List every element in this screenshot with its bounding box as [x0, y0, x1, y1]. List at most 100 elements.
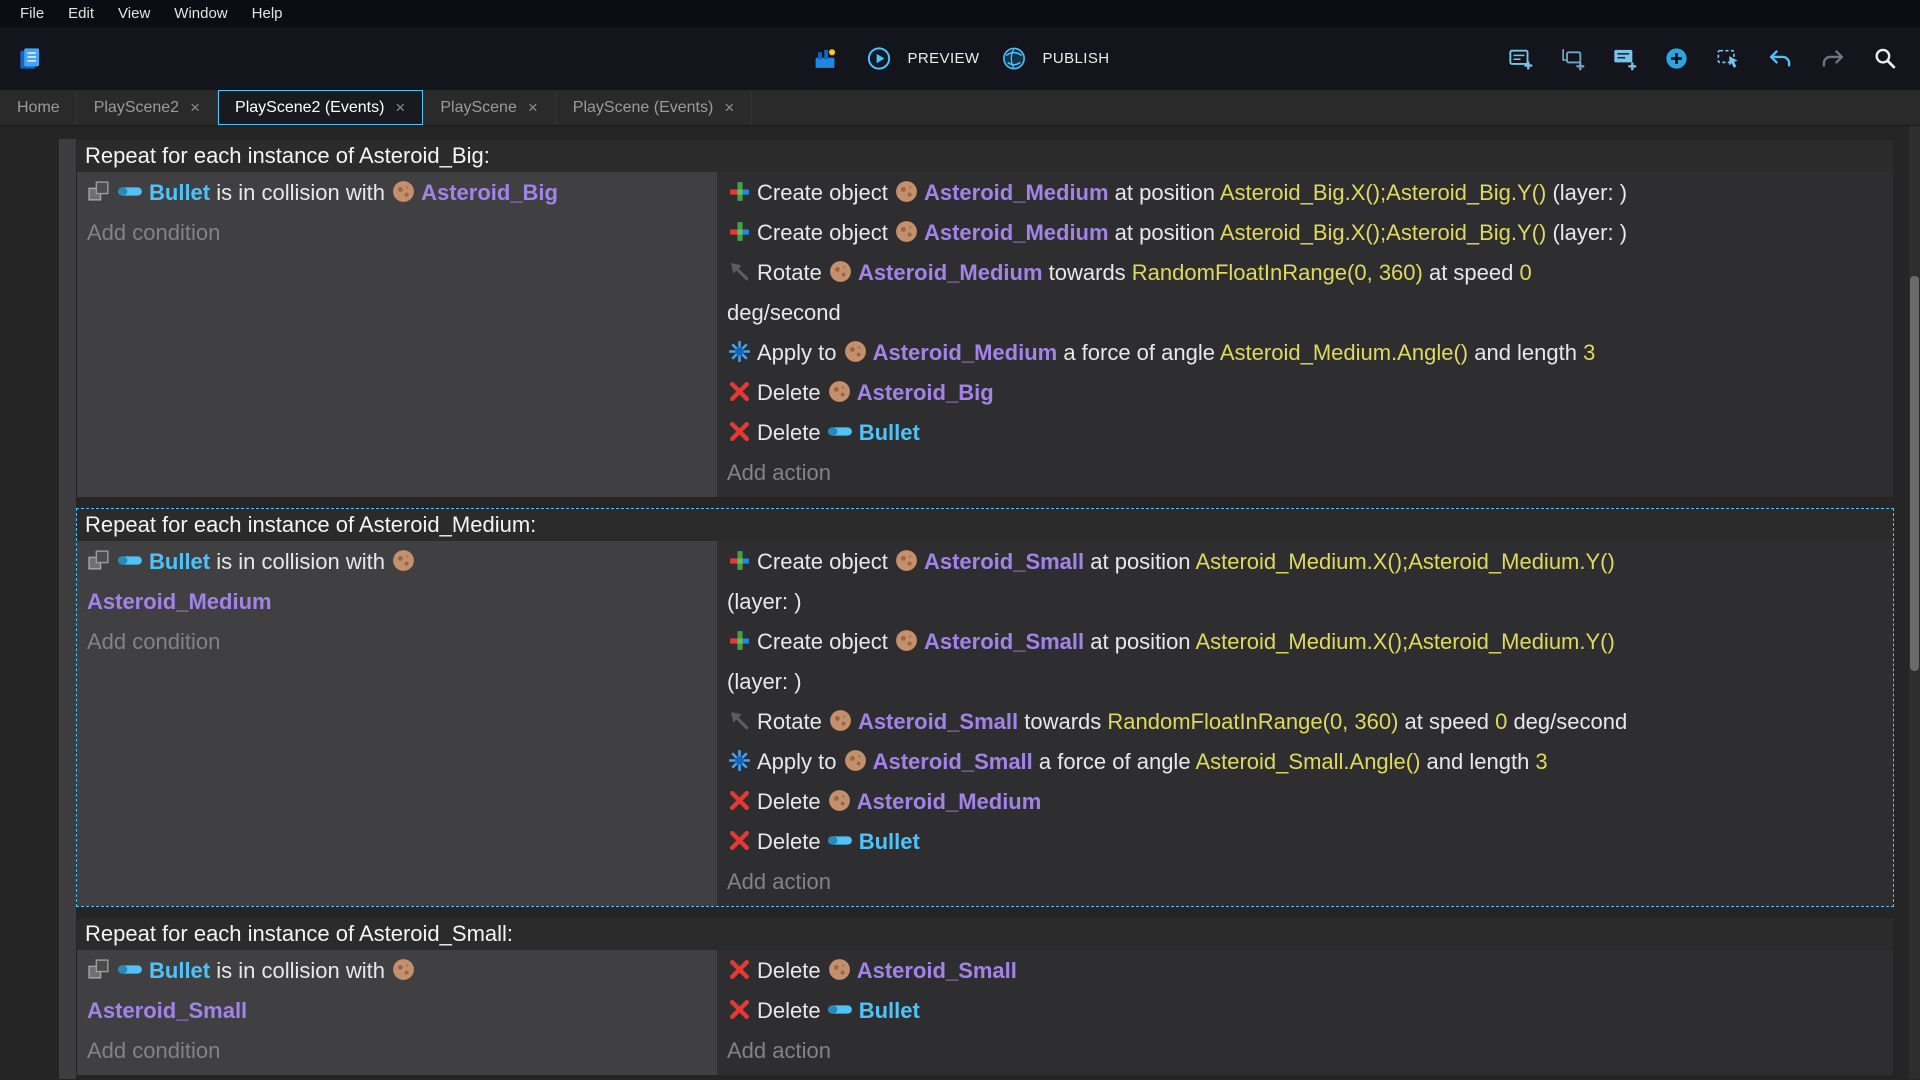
- action-row[interactable]: Delete Asteroid_Small: [727, 951, 1883, 991]
- scrollbar-thumb[interactable]: [1910, 276, 1919, 671]
- tab-close-icon[interactable]: ×: [189, 99, 201, 116]
- expression-parameter: Asteroid_Big.X();Asteroid_Big.Y(): [1220, 180, 1546, 205]
- bullet-icon: [827, 995, 854, 1020]
- expression-parameter: Asteroid_Small.Angle(): [1195, 749, 1420, 774]
- action-row[interactable]: Delete Bullet: [727, 413, 1883, 453]
- action-row[interactable]: Create object Asteroid_Medium at positio…: [727, 173, 1883, 213]
- tab-close-icon[interactable]: ×: [394, 99, 406, 116]
- event-header[interactable]: Repeat for each instance of Asteroid_Med…: [77, 509, 1893, 541]
- menu-item-help[interactable]: Help: [240, 0, 295, 27]
- menu-item-edit[interactable]: Edit: [56, 0, 106, 27]
- sentence-text: Rotate: [757, 709, 828, 734]
- sentence-text: Create object: [757, 220, 894, 245]
- action-row[interactable]: Delete Asteroid_Big: [727, 373, 1883, 413]
- tab-playscene[interactable]: PlayScene ×: [423, 90, 555, 125]
- add-circle-button[interactable]: [1660, 40, 1698, 78]
- expression-parameter: Asteroid_Medium.X();Asteroid_Medium.Y(): [1195, 629, 1614, 654]
- add-event-button[interactable]: [1504, 40, 1542, 78]
- preview-label: PREVIEW: [908, 50, 980, 67]
- expression-parameter: 3: [1535, 749, 1547, 774]
- expression-parameter: RandomFloatInRange(0, 360): [1132, 260, 1423, 285]
- action-row[interactable]: Rotate Asteroid_Small towards RandomFloa…: [727, 702, 1883, 742]
- action-row[interactable]: Rotate Asteroid_Medium towards RandomFlo…: [727, 253, 1883, 333]
- tab-playscene-events[interactable]: PlayScene (Events)×: [556, 90, 752, 125]
- bullet-icon: [117, 546, 144, 571]
- event-header[interactable]: Repeat for each instance of Asteroid_Sma…: [77, 918, 1893, 950]
- object-name: Asteroid_Big: [421, 180, 558, 205]
- sentence-text: Rotate: [757, 260, 828, 285]
- add-condition-button[interactable]: Add condition: [87, 622, 707, 662]
- action-row[interactable]: Delete Bullet: [727, 822, 1883, 862]
- action-row[interactable]: Create object Asteroid_Medium at positio…: [727, 213, 1883, 253]
- tab-label: PlayScene: [440, 99, 517, 117]
- tab-home[interactable]: Home: [0, 90, 77, 125]
- add-condition-button[interactable]: Add condition: [87, 1031, 707, 1071]
- tab-playscene2-events[interactable]: PlayScene2 (Events)×: [218, 90, 423, 125]
- tab-close-icon[interactable]: ×: [527, 99, 539, 116]
- action-row[interactable]: Apply to Asteroid_Small a force of angle…: [727, 742, 1883, 782]
- force-icon: [727, 337, 752, 362]
- bullet-icon: [827, 826, 854, 851]
- preview-button[interactable]: PREVIEW: [865, 42, 980, 76]
- create-icon: [727, 177, 752, 202]
- conditions-column: Bullet is in collision with Asteroid_Med…: [77, 541, 717, 906]
- search-button[interactable]: [1868, 40, 1906, 78]
- tab-close-icon[interactable]: ×: [723, 99, 735, 116]
- object-name: Asteroid_Big: [857, 380, 994, 405]
- actions-column: Create object Asteroid_Medium at positio…: [717, 172, 1893, 497]
- condition-row[interactable]: Bullet is in collision with Asteroid_Big: [87, 173, 707, 213]
- condition-row[interactable]: Bullet is in collision with Asteroid_Med…: [87, 542, 707, 622]
- object-name: Asteroid_Small: [924, 549, 1084, 574]
- add-event-icon: [1508, 46, 1533, 71]
- delete-icon: [727, 955, 752, 980]
- menu-bar: FileEditViewWindowHelp: [0, 0, 1920, 27]
- tab-label: Home: [17, 99, 60, 117]
- sentence-text: Delete: [757, 958, 827, 983]
- tab-playscene2[interactable]: PlayScene2×: [77, 90, 218, 125]
- project-manager-button[interactable]: [14, 40, 52, 78]
- event-2[interactable]: Repeat for each instance of Asteroid_Med…: [76, 508, 1894, 907]
- actions-column: Delete Asteroid_SmallDelete BulletAdd ac…: [717, 950, 1893, 1075]
- expression-parameter: Asteroid_Medium.X();Asteroid_Medium.Y(): [1195, 549, 1614, 574]
- vertical-scrollbar[interactable]: [1909, 126, 1920, 1079]
- add-condition-button[interactable]: Add condition: [87, 213, 707, 253]
- menu-item-view[interactable]: View: [106, 0, 162, 27]
- action-row[interactable]: Apply to Asteroid_Medium a force of angl…: [727, 333, 1883, 373]
- undo-button[interactable]: [1764, 40, 1802, 78]
- rotate-icon: [727, 706, 752, 731]
- publish-button[interactable]: PUBLISH: [999, 42, 1109, 76]
- add-action-button[interactable]: Add action: [727, 1031, 1883, 1071]
- event-3[interactable]: Repeat for each instance of Asteroid_Sma…: [76, 917, 1894, 1076]
- redo-button[interactable]: [1816, 40, 1854, 78]
- sentence-text: at speed: [1398, 709, 1495, 734]
- add-comment-button[interactable]: [1608, 40, 1646, 78]
- conditions-column: Bullet is in collision with Asteroid_Sma…: [77, 950, 717, 1075]
- sentence-text: and length: [1420, 749, 1535, 774]
- action-row[interactable]: Create object Asteroid_Small at position…: [727, 542, 1883, 622]
- sentence-text: Create object: [757, 180, 894, 205]
- add-action-button[interactable]: Add action: [727, 862, 1883, 902]
- sentence-text: (layer: ): [1546, 220, 1627, 245]
- menu-item-file[interactable]: File: [8, 0, 56, 27]
- object-name: Asteroid_Medium: [87, 589, 272, 614]
- build-button[interactable]: [811, 42, 845, 76]
- action-row[interactable]: Create object Asteroid_Small at position…: [727, 622, 1883, 702]
- condition-row[interactable]: Bullet is in collision with Asteroid_Sma…: [87, 951, 707, 1031]
- asteroid-icon: [828, 706, 853, 731]
- sentence-text: towards: [1018, 709, 1107, 734]
- object-name: Bullet: [149, 549, 210, 574]
- rotate-icon: [727, 257, 752, 282]
- sentence-text: Apply to: [757, 749, 843, 774]
- redo-icon: [1820, 46, 1845, 71]
- asteroid-icon: [843, 337, 868, 362]
- add-action-button[interactable]: Add action: [727, 453, 1883, 493]
- event-header[interactable]: Repeat for each instance of Asteroid_Big…: [77, 140, 1893, 172]
- action-row[interactable]: Delete Asteroid_Medium: [727, 782, 1883, 822]
- expression-parameter: Asteroid_Big.X();Asteroid_Big.Y(): [1220, 220, 1546, 245]
- menu-item-window[interactable]: Window: [162, 0, 239, 27]
- select-event-button[interactable]: [1712, 40, 1750, 78]
- add-subevent-button[interactable]: [1556, 40, 1594, 78]
- action-row[interactable]: Delete Bullet: [727, 991, 1883, 1031]
- event-1[interactable]: Repeat for each instance of Asteroid_Big…: [76, 139, 1894, 498]
- asteroid-icon: [843, 746, 868, 771]
